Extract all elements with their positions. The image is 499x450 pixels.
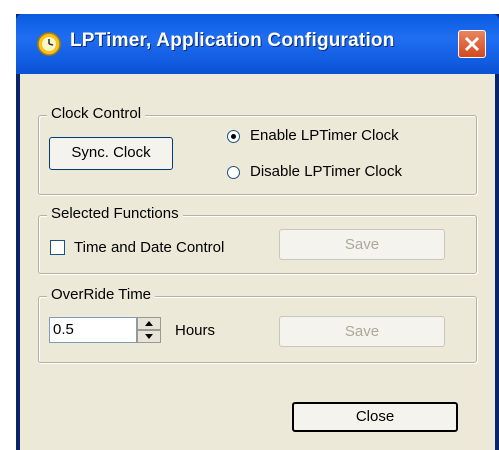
disable-clock-label[interactable]: Disable LPTimer Clock xyxy=(250,163,402,180)
selected-functions-group: Selected Functions Time and Date Control… xyxy=(38,205,477,274)
arrow-up-icon xyxy=(145,321,153,326)
spin-up-button[interactable] xyxy=(137,317,161,330)
enable-clock-label[interactable]: Enable LPTimer Clock xyxy=(250,127,399,144)
radio-selected-dot xyxy=(231,134,236,139)
close-icon xyxy=(464,36,480,52)
spin-down-button[interactable] xyxy=(137,330,161,343)
dialog-window: LPTimer, Application Configuration Clock… xyxy=(16,14,499,450)
functions-save-button[interactable]: Save xyxy=(279,229,445,260)
override-hours-input[interactable]: 0.5 xyxy=(49,317,137,343)
selected-functions-legend: Selected Functions xyxy=(47,205,183,222)
close-window-button[interactable] xyxy=(458,30,486,58)
time-date-control-label[interactable]: Time and Date Control xyxy=(74,239,224,256)
dialog-body: Clock Control Sync. Clock Enable LPTimer… xyxy=(20,74,495,450)
window-title: LPTimer, Application Configuration xyxy=(70,30,395,51)
arrow-down-icon xyxy=(145,334,153,339)
clock-control-group: Clock Control Sync. Clock Enable LPTimer… xyxy=(38,105,477,195)
clock-icon xyxy=(37,32,61,56)
sync-clock-button[interactable]: Sync. Clock xyxy=(49,137,173,170)
close-button[interactable]: Close xyxy=(292,402,458,432)
title-bar[interactable]: LPTimer, Application Configuration xyxy=(16,14,499,74)
time-date-control-checkbox[interactable] xyxy=(50,240,65,255)
hours-unit-label: Hours xyxy=(175,322,216,339)
disable-clock-radio[interactable] xyxy=(227,166,240,179)
override-time-legend: OverRide Time xyxy=(47,286,156,303)
override-save-button[interactable]: Save xyxy=(279,316,445,347)
clock-control-legend: Clock Control xyxy=(47,105,146,122)
override-time-group: OverRide Time 0.5 Hours Save xyxy=(38,286,477,363)
enable-clock-radio[interactable] xyxy=(227,130,240,143)
hours-spinner[interactable] xyxy=(137,317,161,343)
